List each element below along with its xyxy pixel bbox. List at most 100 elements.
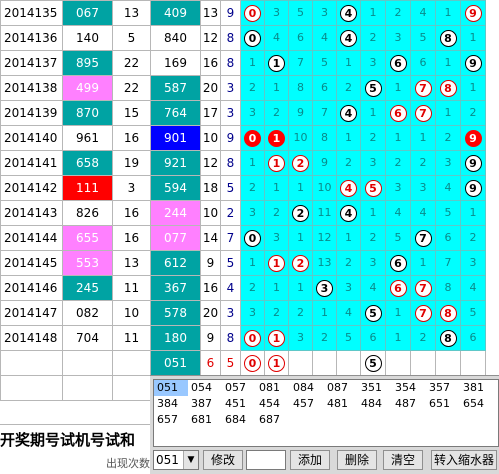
digit-cell bbox=[410, 350, 436, 376]
number-list-item[interactable]: 454 bbox=[256, 396, 290, 412]
number-list-item[interactable]: 684 bbox=[222, 412, 256, 428]
number-list-item[interactable]: 657 bbox=[154, 412, 188, 428]
number-list-item[interactable]: 357 bbox=[426, 380, 460, 396]
span-cell: 16 bbox=[112, 200, 151, 226]
number-list-item[interactable]: 654 bbox=[460, 396, 494, 412]
digit-cell bbox=[288, 350, 313, 376]
digit-cell: 0 bbox=[240, 25, 265, 51]
zoom-button[interactable]: 转入缩水器 bbox=[431, 450, 497, 470]
period-cell: 2014140 bbox=[0, 125, 63, 151]
digit-ball: 5 bbox=[364, 304, 382, 322]
number-list-item[interactable]: 054 bbox=[188, 380, 222, 396]
number-list-item[interactable]: 487 bbox=[392, 396, 426, 412]
digit-cell: 5 bbox=[312, 50, 337, 76]
empty-cell bbox=[62, 375, 113, 401]
table-row: 2014147 082 10 578 20 3 3 2 2 1 4 5 1 7 8 5 bbox=[0, 300, 486, 326]
tail-cell: 8 bbox=[220, 150, 241, 176]
number-list-item[interactable]: 051 bbox=[154, 380, 188, 396]
digit-ball: 5 bbox=[364, 79, 382, 97]
digit-cell: 7 bbox=[410, 275, 436, 301]
sum-cell: 20 bbox=[200, 75, 221, 101]
draw-number-cell: 704 bbox=[62, 325, 113, 351]
digit-ball: 9 bbox=[464, 129, 482, 147]
add-button[interactable]: 添加 bbox=[290, 450, 330, 470]
number-list-item[interactable]: 081 bbox=[256, 380, 290, 396]
digit-ball: 4 bbox=[340, 4, 357, 22]
digit-cell: 5 bbox=[435, 200, 461, 226]
digit-cell: 8 bbox=[435, 300, 461, 326]
number-input[interactable] bbox=[246, 450, 286, 470]
digit-ball: 1 bbox=[268, 254, 285, 272]
digit-ball: 0 bbox=[244, 29, 261, 47]
digit-cell: 8 bbox=[435, 325, 461, 351]
digit-ball: 0 bbox=[244, 329, 261, 347]
number-list-item[interactable]: 351 bbox=[358, 380, 392, 396]
digit-cell: 1 bbox=[264, 350, 289, 376]
number-list-item[interactable]: 681 bbox=[188, 412, 222, 428]
span-cell: 5 bbox=[112, 25, 151, 51]
test-number-cell: 051 bbox=[150, 350, 201, 376]
chevron-down-icon[interactable]: ▼ bbox=[183, 451, 198, 469]
trend-table: 2014135 067 13 409 13 9 0 3 5 3 4 1 2 4 1 9 2014136 140 5 8… bbox=[0, 0, 486, 401]
digit-ball: 0 bbox=[244, 129, 261, 147]
sum-cell: 12 bbox=[200, 150, 221, 176]
digit-ball: 0 bbox=[244, 354, 261, 372]
span-cell: 16 bbox=[112, 125, 151, 151]
digit-cell: 1 bbox=[264, 175, 289, 201]
number-list-item[interactable]: 484 bbox=[358, 396, 392, 412]
table-row: 2014135 067 13 409 13 9 0 3 5 3 4 1 2 4 1 9 bbox=[0, 0, 486, 26]
number-list-item[interactable]: 387 bbox=[188, 396, 222, 412]
number-select[interactable]: 051 ▼ bbox=[153, 450, 199, 470]
digit-cell: 2 bbox=[360, 25, 386, 51]
modify-button[interactable]: 修改 bbox=[203, 450, 243, 470]
number-list-row: 051 054 057 081 084 087 351 354 357 381 bbox=[154, 380, 498, 396]
number-list-item[interactable]: 481 bbox=[324, 396, 358, 412]
digit-cell: 3 bbox=[360, 250, 386, 276]
digit-cell: 8 bbox=[435, 275, 461, 301]
digit-ball: 7 bbox=[414, 229, 432, 247]
delete-button[interactable]: 删除 bbox=[337, 450, 377, 470]
number-list[interactable]: 051 054 057 081 084 087 351 354 357 381 384 387 451 4… bbox=[153, 379, 499, 447]
period-cell: 2014142 bbox=[0, 175, 63, 201]
number-list-item[interactable]: 087 bbox=[324, 380, 358, 396]
span-cell: 11 bbox=[112, 275, 151, 301]
period-cell: 2014141 bbox=[0, 150, 63, 176]
digit-cell: 3 bbox=[240, 300, 265, 326]
digit-ball: 8 bbox=[439, 304, 457, 322]
number-list-item[interactable]: 451 bbox=[222, 396, 256, 412]
digit-cell: 1 bbox=[360, 100, 386, 126]
digit-cell: 1 bbox=[460, 75, 486, 101]
digit-ball: 9 bbox=[464, 54, 482, 72]
digit-cell: 3 bbox=[264, 0, 289, 26]
number-list-item[interactable]: 384 bbox=[154, 396, 188, 412]
digit-cell: 5 bbox=[410, 25, 436, 51]
digit-cell: 4 bbox=[410, 0, 436, 26]
draw-number-cell: 111 bbox=[62, 175, 113, 201]
tail-cell: 5 bbox=[220, 250, 241, 276]
digit-cell: 9 bbox=[460, 150, 486, 176]
number-list-item[interactable]: 457 bbox=[290, 396, 324, 412]
digit-cell: 1 bbox=[460, 25, 486, 51]
digit-ball: 9 bbox=[464, 154, 482, 172]
number-list-item[interactable]: 687 bbox=[256, 412, 290, 428]
digit-ball: 5 bbox=[364, 354, 382, 372]
span-cell: 15 bbox=[112, 100, 151, 126]
digit-cell: 8 bbox=[288, 75, 313, 101]
table-row: 2014138 499 22 587 20 3 2 1 8 6 2 5 1 7 8 1 bbox=[0, 75, 486, 101]
digit-cell: 4 bbox=[435, 175, 461, 201]
digit-cell: 4 bbox=[264, 25, 289, 51]
pending-row: 051 6 5 0 1 5 bbox=[0, 350, 486, 376]
number-list-item[interactable]: 354 bbox=[392, 380, 426, 396]
period-cell: 2014145 bbox=[0, 250, 63, 276]
number-list-item[interactable]: 084 bbox=[290, 380, 324, 396]
number-list-item[interactable]: 057 bbox=[222, 380, 256, 396]
digit-cell: 4 bbox=[410, 200, 436, 226]
digit-cell: 2 bbox=[264, 200, 289, 226]
clear-button[interactable]: 清空 bbox=[383, 450, 423, 470]
number-list-item[interactable]: 381 bbox=[460, 380, 494, 396]
digit-cell: 3 bbox=[410, 175, 436, 201]
number-list-item[interactable]: 651 bbox=[426, 396, 460, 412]
tail-cell: 5 bbox=[220, 175, 241, 201]
digit-cell: 2 bbox=[460, 100, 486, 126]
draw-number-cell: 499 bbox=[62, 75, 113, 101]
